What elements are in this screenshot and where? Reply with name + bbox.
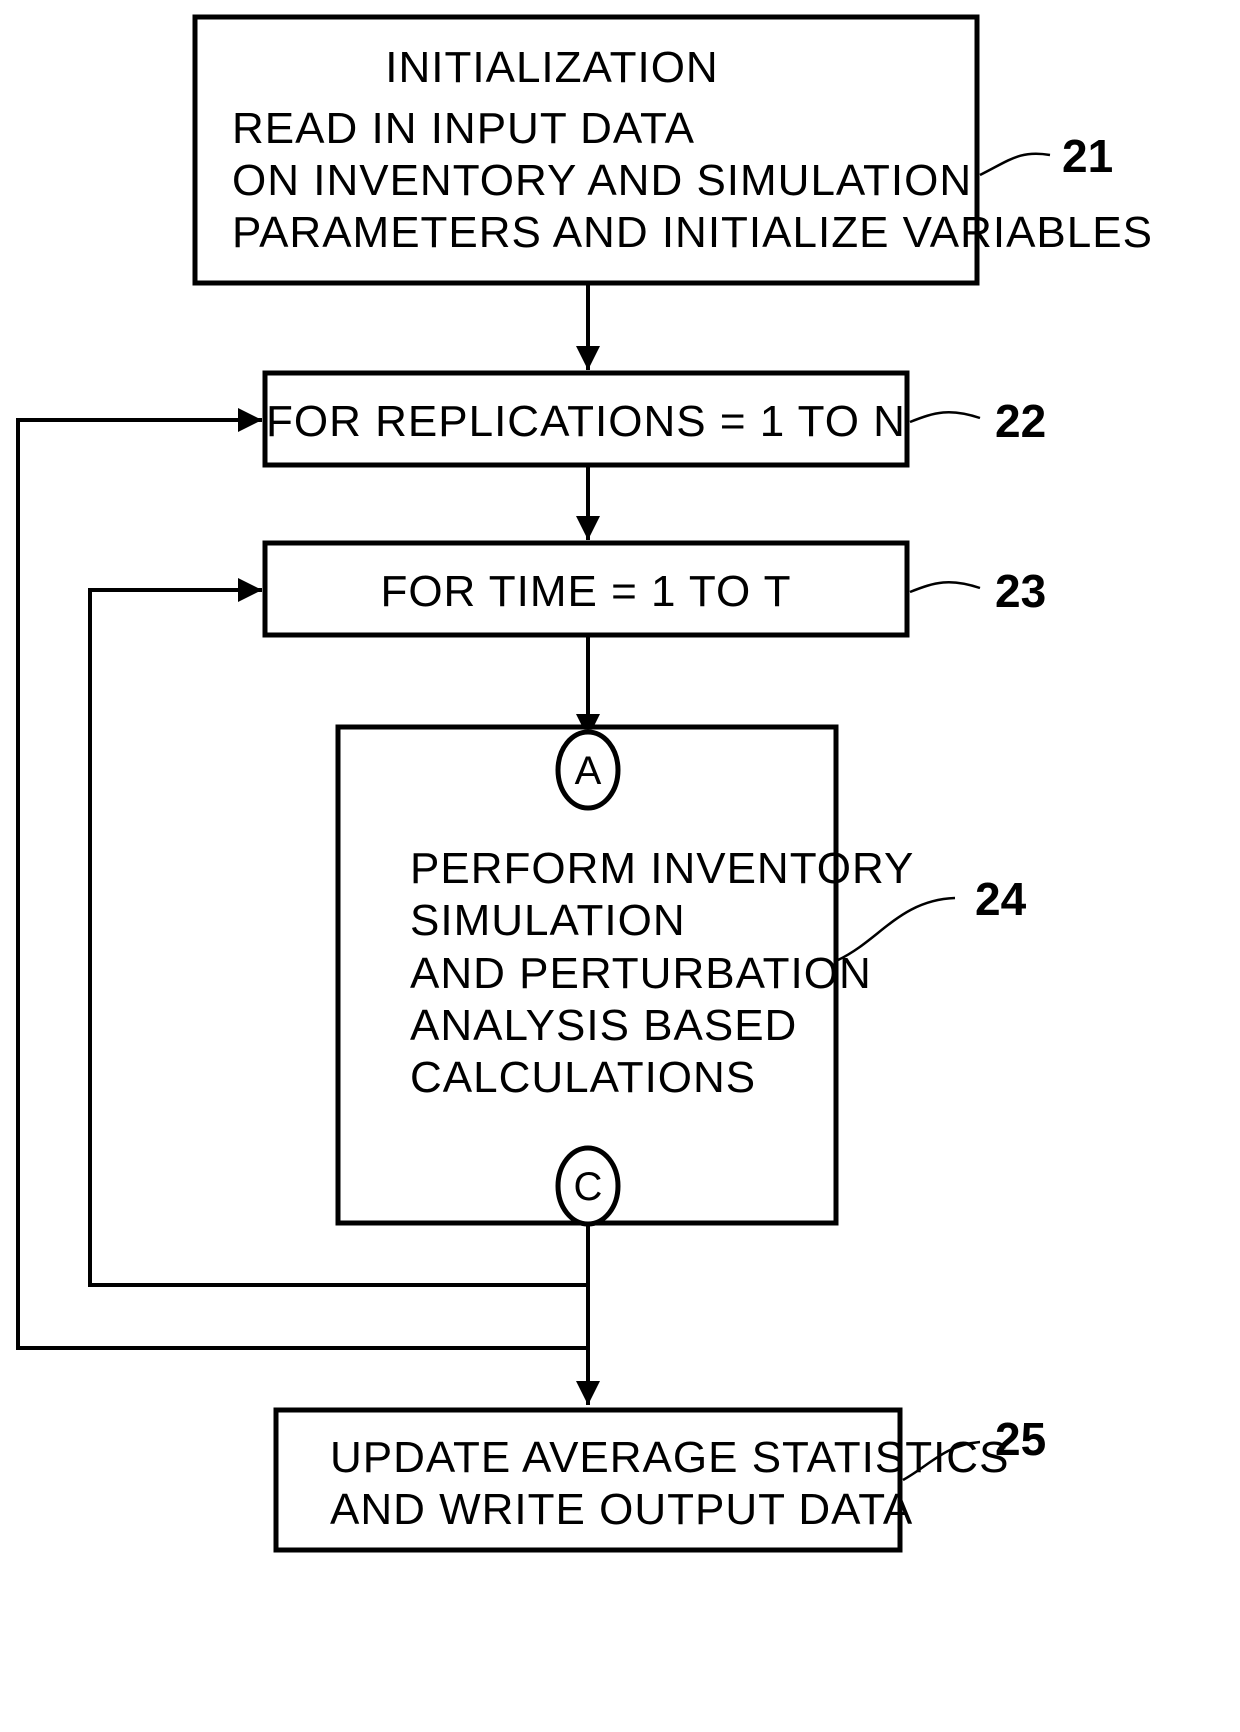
connector-a-label: A	[575, 749, 602, 793]
step-24-simulation: A PERFORM INVENTORY SIMULATION AND PERTU…	[335, 724, 1027, 1227]
step-25-ref: 25	[995, 1413, 1046, 1465]
step-21-ref: 21	[1062, 130, 1113, 182]
step-24-line-1: PERFORM INVENTORY	[410, 844, 914, 893]
step-22-leader	[909, 411, 981, 424]
step-23-line-1: FOR TIME = 1 TO T	[380, 567, 791, 616]
step-24-line-3: AND PERTURBATION	[410, 949, 872, 998]
step-22-ref: 22	[995, 395, 1046, 447]
step-21-line-1: READ IN INPUT DATA	[232, 104, 695, 153]
flowchart: INITIALIZATION READ IN INPUT DATA ON INV…	[16, 14, 1153, 1553]
step-21-line-3: PARAMETERS AND INITIALIZE VARIABLES	[232, 208, 1153, 257]
step-22-replications-loop: FOR REPLICATIONS = 1 TO N 22	[262, 370, 1046, 468]
step-25-line-1: UPDATE AVERAGE STATISTICS	[330, 1433, 1009, 1482]
step-24-ref: 24	[975, 873, 1027, 925]
connector-c-label: C	[574, 1165, 603, 1209]
step-24-line-2: SIMULATION	[410, 896, 686, 945]
step-25-line-2: AND WRITE OUTPUT DATA	[330, 1485, 913, 1534]
step-21-line-2: ON INVENTORY AND SIMULATION	[232, 156, 972, 205]
step-21-leader	[979, 152, 1051, 177]
step-24-leader	[837, 896, 956, 962]
step-21-initialization: INITIALIZATION READ IN INPUT DATA ON INV…	[192, 14, 1153, 286]
step-21-title: INITIALIZATION	[385, 43, 718, 92]
step-23-time-loop: FOR TIME = 1 TO T 23	[262, 540, 1046, 638]
step-23-ref: 23	[995, 565, 1046, 617]
step-24-line-4: ANALYSIS BASED	[410, 1001, 797, 1050]
step-23-leader	[909, 581, 981, 594]
step-22-line-1: FOR REPLICATIONS = 1 TO N	[266, 397, 906, 446]
step-25-output: UPDATE AVERAGE STATISTICS AND WRITE OUTP…	[273, 1407, 1046, 1553]
step-24-line-5: CALCULATIONS	[410, 1053, 756, 1102]
